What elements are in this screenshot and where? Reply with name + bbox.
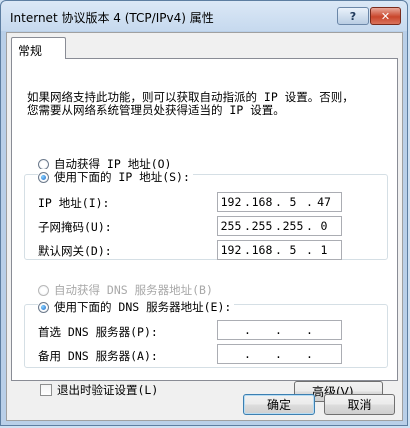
octet: 168 <box>251 243 273 257</box>
close-icon: ✕ <box>380 9 391 23</box>
default-gateway-label: 默认网关(D): <box>38 244 112 258</box>
octet: 255 <box>251 219 273 233</box>
close-button[interactable]: ✕ <box>370 7 401 25</box>
default-gateway-field[interactable]: 192. 168. 5. 1 <box>217 240 342 260</box>
alternate-dns-label: 备用 DNS 服务器(A): <box>38 349 158 363</box>
preferred-dns-label: 首选 DNS 服务器(P): <box>38 325 158 339</box>
octet: 5 <box>289 195 297 209</box>
alternate-dns-field[interactable]: . . . <box>217 344 342 364</box>
radio-manual-ip-label: 使用下面的 IP 地址(S): <box>54 170 190 184</box>
octet: 255 <box>282 219 304 233</box>
description-line: 您需要从网络系统管理员处获得适当的 IP 设置。 <box>27 103 285 117</box>
help-icon: ? <box>349 9 357 23</box>
ip-address-label: IP 地址(I): <box>38 196 110 210</box>
octet: 168 <box>251 195 273 209</box>
radio-auto-dns-label: 自动获得 DNS 服务器地址(B) <box>54 283 213 297</box>
octet: 5 <box>289 243 297 257</box>
octet: 1 <box>320 243 328 257</box>
title-bar[interactable]: Internet 协议版本 4 (TCP/IPv4) 属性 ? ✕ <box>1 1 407 31</box>
ip-address-field[interactable]: 192. 168. 5. 47 <box>217 192 342 212</box>
tab-page-general: 如果网络支持此功能，则可以获取自动指派的 IP 设置。否则， 您需要从网络系统管… <box>11 58 398 402</box>
ok-button[interactable]: 确定 <box>243 394 315 415</box>
octet: 192 <box>220 195 242 209</box>
radio-button-selected-icon <box>38 171 49 183</box>
radio-manual-ip[interactable]: 使用下面的 IP 地址(S): <box>38 169 193 185</box>
octet: 47 <box>317 195 331 209</box>
radio-manual-dns-label: 使用下面的 DNS 服务器地址(E): <box>54 300 232 314</box>
ok-button-label: 确定 <box>266 398 291 412</box>
tab-label: 常规 <box>18 44 43 58</box>
radio-button-selected-icon <box>38 301 49 313</box>
preferred-dns-field[interactable]: . . . <box>217 320 342 340</box>
validate-on-exit-label: 退出时验证设置(L) <box>57 383 159 397</box>
radio-button-disabled-icon <box>38 284 49 296</box>
subnet-mask-field[interactable]: 255. 255. 255. 0 <box>217 216 342 236</box>
window-title: Internet 协议版本 4 (TCP/IPv4) 属性 <box>10 11 214 25</box>
octet: 0 <box>320 219 328 233</box>
description-text: 如果网络支持此功能，则可以获取自动指派的 IP 设置。否则， 您需要从网络系统管… <box>27 91 392 117</box>
radio-manual-dns[interactable]: 使用下面的 DNS 服务器地址(E): <box>38 299 235 315</box>
validate-on-exit-checkbox[interactable]: 退出时验证设置(L) <box>40 382 158 398</box>
radio-auto-dns[interactable]: 自动获得 DNS 服务器地址(B) <box>38 282 213 298</box>
dialog-window: Internet 协议版本 4 (TCP/IPv4) 属性 ? ✕ 常规 如果网… <box>0 0 408 426</box>
dialog-body: 常规 如果网络支持此功能，则可以获取自动指派的 IP 设置。否则， 您需要从网络… <box>6 32 403 421</box>
octet: 255 <box>220 219 242 233</box>
cancel-button[interactable]: 取消 <box>324 394 395 415</box>
cancel-button-label: 取消 <box>347 398 372 412</box>
radio-button-icon <box>38 158 49 170</box>
checkbox-icon <box>40 384 52 396</box>
tab-general[interactable]: 常规 <box>11 37 66 59</box>
octet: 192 <box>220 243 242 257</box>
subnet-mask-label: 子网掩码(U): <box>38 220 112 234</box>
help-button[interactable]: ? <box>337 7 369 25</box>
